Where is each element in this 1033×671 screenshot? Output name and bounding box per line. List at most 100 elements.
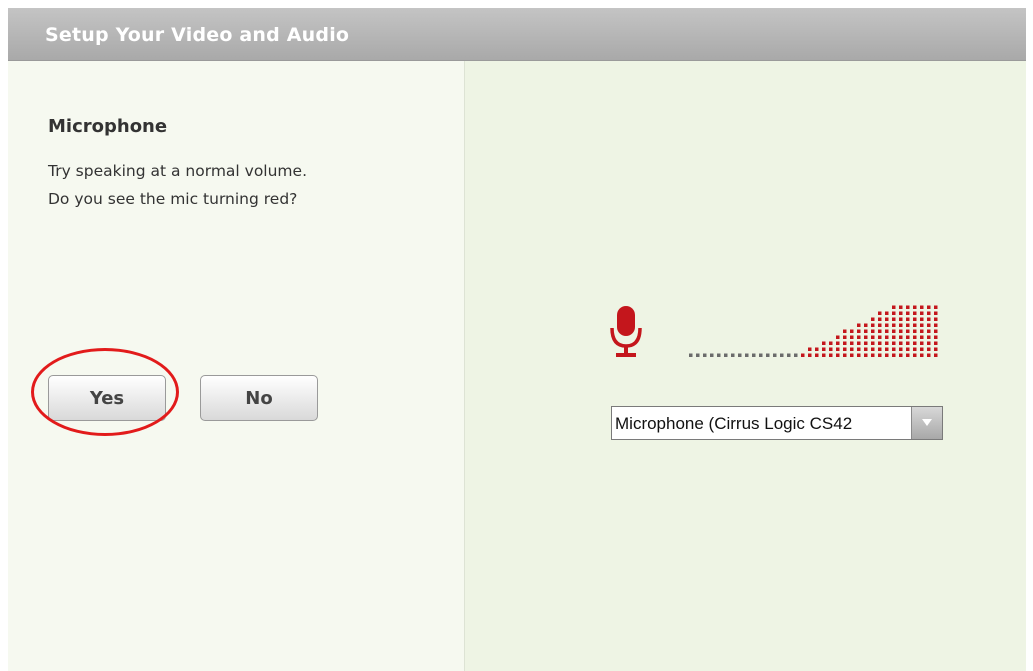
meter-dot (857, 341, 861, 345)
meter-dot (745, 353, 749, 357)
meter-dot (864, 341, 868, 345)
meter-dot (927, 347, 931, 351)
meter-dot (906, 317, 910, 321)
meter-dot (906, 329, 910, 333)
meter-dot (857, 347, 861, 351)
meter-dot (843, 335, 847, 339)
yes-button[interactable]: Yes (48, 375, 166, 421)
meter-dot (885, 341, 889, 345)
meter-dot (857, 335, 861, 339)
meter-dot (710, 353, 714, 357)
meter-dot (843, 329, 847, 333)
meter-dot (731, 353, 735, 357)
meter-dot (885, 329, 889, 333)
meter-dot (689, 353, 693, 357)
meter-dot (934, 353, 938, 357)
meter-dot (892, 323, 896, 327)
no-button[interactable]: No (200, 375, 318, 421)
meter-dot (724, 353, 728, 357)
meter-dot (934, 323, 938, 327)
dialog-title: Setup Your Video and Audio (45, 24, 350, 46)
meter-dot (759, 353, 763, 357)
meter-dot (752, 353, 756, 357)
meter-dot (829, 341, 833, 345)
meter-dot (913, 317, 917, 321)
select-value: Microphone (Cirrus Logic CS42 (615, 414, 853, 433)
meter-dot (920, 353, 924, 357)
meter-dot (878, 311, 882, 315)
meter-dot (892, 353, 896, 357)
meter-dot (920, 341, 924, 345)
meter-dot (906, 311, 910, 315)
meter-dot (899, 323, 903, 327)
meter-dot (885, 311, 889, 315)
meter-dot (780, 353, 784, 357)
meter-dot (864, 329, 868, 333)
meter-dot (738, 353, 742, 357)
meter-dot (913, 347, 917, 351)
meter-dot (892, 317, 896, 321)
meter-dot (815, 353, 819, 357)
meter-dot (850, 353, 854, 357)
meter-dot (822, 347, 826, 351)
meter-dot (822, 353, 826, 357)
meter-dot (920, 323, 924, 327)
meter-dot (892, 347, 896, 351)
meter-dot (878, 335, 882, 339)
meter-dot (850, 341, 854, 345)
meter-dot (906, 353, 910, 357)
meter-dot (934, 329, 938, 333)
meter-dot (864, 335, 868, 339)
meter-dot (864, 323, 868, 327)
meter-dot (927, 329, 931, 333)
meter-dot (899, 317, 903, 321)
audio-level-meter (689, 299, 939, 359)
meter-dot (703, 353, 707, 357)
meter-dot (878, 347, 882, 351)
meter-dot (815, 347, 819, 351)
meter-dot (934, 317, 938, 321)
meter-dot (913, 305, 917, 309)
meter-dot (934, 311, 938, 315)
meter-dot (829, 353, 833, 357)
meter-dot (871, 323, 875, 327)
meter-dot (906, 341, 910, 345)
meter-dot (850, 347, 854, 351)
meter-dot (885, 347, 889, 351)
meter-dot (836, 341, 840, 345)
meter-dot (787, 353, 791, 357)
meter-dot (822, 341, 826, 345)
meter-dot (885, 335, 889, 339)
meter-dot (899, 341, 903, 345)
meter-dot (927, 323, 931, 327)
meter-dot (850, 335, 854, 339)
meter-dot (871, 335, 875, 339)
meter-dot (864, 347, 868, 351)
meter-dot (843, 353, 847, 357)
meter-dot (773, 353, 777, 357)
meter-dot (913, 329, 917, 333)
meter-dot (871, 347, 875, 351)
meter-dot (899, 311, 903, 315)
meter-dot (913, 341, 917, 345)
device-preview-panel: Microphone (Cirrus Logic CS42 (466, 61, 1026, 671)
meter-dot (878, 317, 882, 321)
meter-dot (934, 341, 938, 345)
meter-dot (892, 335, 896, 339)
meter-dot (878, 323, 882, 327)
meter-dot (696, 353, 700, 357)
meter-dot (857, 353, 861, 357)
meter-dot (899, 335, 903, 339)
microphone-device-select[interactable]: Microphone (Cirrus Logic CS42 (611, 406, 943, 440)
meter-dot (878, 353, 882, 357)
meter-dot (927, 311, 931, 315)
meter-dot (892, 329, 896, 333)
meter-dot (717, 353, 721, 357)
chevron-down-icon[interactable] (911, 407, 942, 439)
meter-dot (878, 329, 882, 333)
meter-dot (913, 311, 917, 315)
meter-dot (899, 353, 903, 357)
meter-dot (913, 335, 917, 339)
meter-dot (934, 335, 938, 339)
meter-dot (920, 335, 924, 339)
